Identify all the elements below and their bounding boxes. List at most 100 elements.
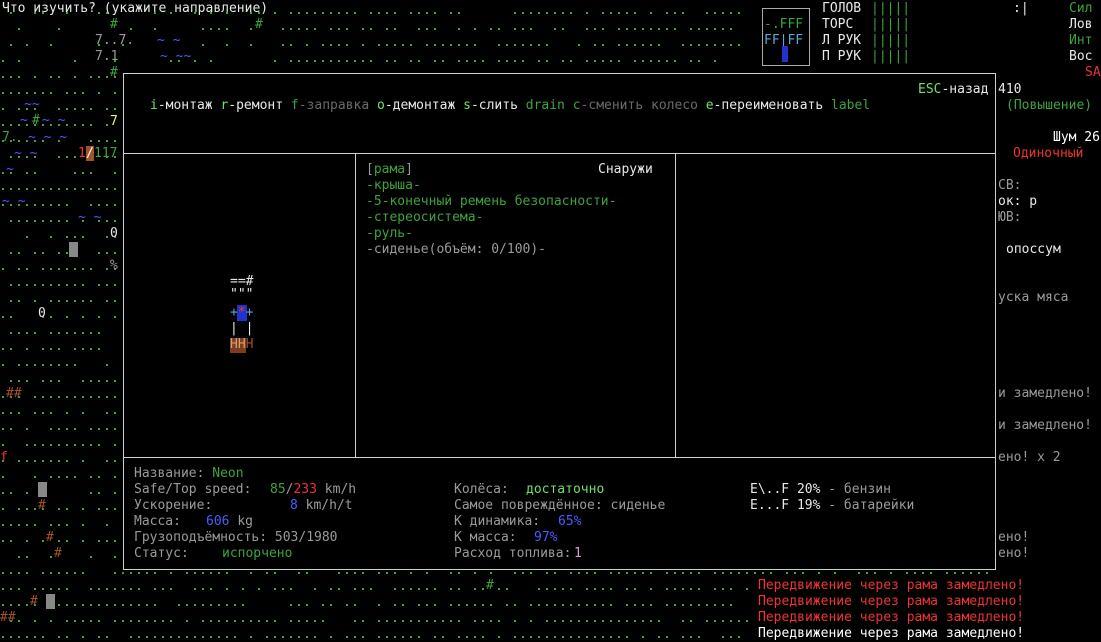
terrain-dot <box>474 44 476 46</box>
terrain-dot <box>34 636 36 638</box>
hotkey-label[interactable]: label <box>831 98 870 113</box>
info-speed-label: Safe/Top speed: <box>134 482 252 497</box>
hotkey-siphon[interactable]: s-слить <box>463 98 518 113</box>
terrain-dot <box>74 108 76 110</box>
terrain-dot <box>706 12 708 14</box>
terrain-dot <box>58 588 60 590</box>
terrain-dot <box>730 12 732 14</box>
terrain-dot <box>346 604 348 606</box>
terrain-dot <box>482 60 484 62</box>
terrain-dot <box>226 604 228 606</box>
terrain-dot <box>226 620 228 622</box>
terrain-dot <box>346 572 348 574</box>
terrain-dot <box>650 604 652 606</box>
terrain-dot <box>450 620 452 622</box>
terrain-dot <box>530 44 532 46</box>
terrain-dot <box>58 156 60 158</box>
part-item[interactable]: -стереосистема- <box>366 210 483 226</box>
terrain-dot <box>74 620 76 622</box>
info-mass-label: Масса: <box>134 514 181 529</box>
terrain-dot <box>266 636 268 638</box>
terrain-dot <box>114 220 116 222</box>
terrain-dot <box>618 44 620 46</box>
terrain-dot <box>418 28 420 30</box>
terrain-dot <box>106 76 108 78</box>
vehicle-sprite-roof: """ <box>230 287 254 302</box>
terrain-dot <box>330 28 332 30</box>
terrain-dot <box>642 604 644 606</box>
map-zero: 0 <box>110 226 118 241</box>
hotkey-drain[interactable]: drain <box>526 98 565 113</box>
terrain-dot <box>98 316 100 318</box>
part-item-selected[interactable]: -сиденье(объём: 0/100)- <box>366 242 546 258</box>
terrain-dot <box>98 428 100 430</box>
hotkey-refill[interactable]: f-заправка <box>291 98 369 113</box>
hotkey-remove[interactable]: o-демонтаж <box>377 98 455 113</box>
terrain-dot <box>58 572 60 574</box>
terrain-dot <box>434 28 436 30</box>
terrain-dot <box>2 348 4 350</box>
terrain-dot <box>546 572 548 574</box>
map-wall: ## <box>6 386 22 401</box>
info-kmass-label: К масса: <box>454 530 517 545</box>
direction-ok: ок: р <box>998 194 1038 209</box>
terrain-dot <box>594 44 596 46</box>
hotkey-escape[interactable]: ESC-назад <box>918 82 988 98</box>
part-item[interactable]: -руль- <box>366 226 413 242</box>
minimap-player-marker <box>782 46 788 62</box>
terrain-dot <box>90 76 92 78</box>
time-indicator: :| <box>1013 1 1029 16</box>
terrain-dot <box>66 364 68 366</box>
terrain-dot <box>98 76 100 78</box>
terrain-dot <box>586 604 588 606</box>
terrain-dot <box>378 620 380 622</box>
terrain-dot <box>626 636 628 638</box>
map-tile: 7. <box>2 130 18 145</box>
terrain-dot <box>298 28 300 30</box>
terrain-dot <box>50 572 52 574</box>
terrain-dot <box>634 604 636 606</box>
hotkey-rename[interactable]: e-переименовать <box>706 98 823 113</box>
part-item[interactable]: -крыша- <box>366 178 421 194</box>
terrain-dot <box>538 604 540 606</box>
info-accel-label: Ускорение: <box>134 498 213 513</box>
info-fuel-use-label: Расход топлива: <box>454 546 572 561</box>
terrain-dot <box>122 572 124 574</box>
terrain-dot <box>722 636 724 638</box>
terrain-dot <box>2 60 4 62</box>
map-tree: # <box>110 65 118 80</box>
direction-ne: СВ: <box>998 178 1022 193</box>
terrain-dot <box>554 604 556 606</box>
terrain-dot <box>34 284 36 286</box>
terrain-dot <box>34 76 36 78</box>
terrain-dot <box>338 588 340 590</box>
terrain-dot <box>458 620 460 622</box>
terrain-dot <box>330 604 332 606</box>
bodypart-bar: ||||| <box>871 17 911 32</box>
terrain-dot <box>290 636 292 638</box>
terrain-dot <box>98 284 100 286</box>
terrain-dot <box>602 44 604 46</box>
terrain-dot <box>290 588 292 590</box>
terrain-dot <box>306 620 308 622</box>
terrain-dot <box>66 620 68 622</box>
hotkey-repair[interactable]: r-ремонт <box>220 98 283 113</box>
terrain-dot <box>58 540 60 542</box>
hotkey-change-wheel[interactable]: c-сменить колесо <box>573 98 698 113</box>
terrain-dot <box>18 364 20 366</box>
terrain-dot <box>66 332 68 334</box>
terrain-dot <box>954 572 956 574</box>
terrain-dot <box>266 620 268 622</box>
terrain-dot <box>26 220 28 222</box>
part-item[interactable]: -5-конечный ремень безопасности- <box>366 194 616 210</box>
terrain-dot <box>26 204 28 206</box>
map-water: ~ ~ <box>14 146 38 161</box>
terrain-dot <box>322 44 324 46</box>
terrain-dot <box>2 268 4 270</box>
terrain-dot <box>426 604 428 606</box>
terrain-dot <box>674 60 676 62</box>
terrain-dot <box>146 636 148 638</box>
terrain-dot <box>498 636 500 638</box>
terrain-dot <box>98 444 100 446</box>
hotkey-install[interactable]: i-монтаж <box>150 98 213 113</box>
